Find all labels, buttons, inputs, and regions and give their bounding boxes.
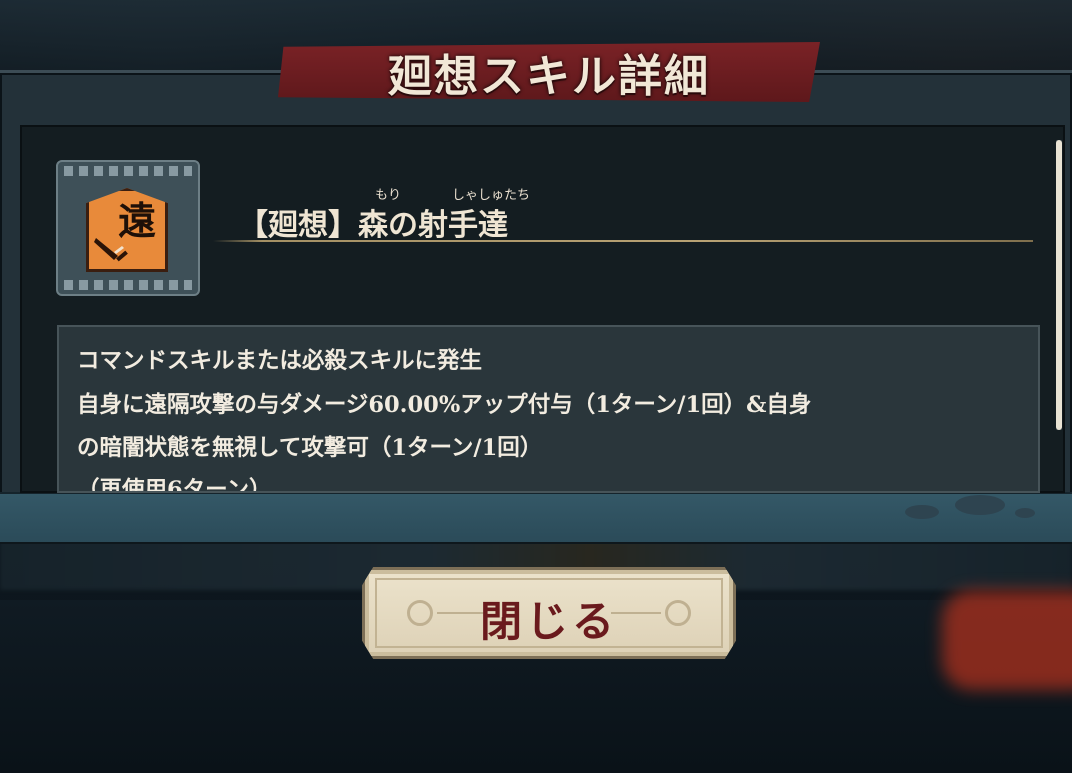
description-line: （再使用6ターン） bbox=[77, 477, 272, 493]
description-line: コマンドスキルまたは必殺スキルに発生 bbox=[77, 348, 483, 374]
sword-icon bbox=[94, 238, 128, 262]
skill-name: 【廻想】森の射手達 bbox=[238, 208, 508, 243]
close-button-label: 閉じる bbox=[479, 597, 618, 646]
dialog-bottom-bar bbox=[0, 492, 1072, 544]
scrollbar-thumb[interactable] bbox=[1056, 140, 1062, 430]
skill-description-box[interactable]: コマンドスキルまたは必殺スキルに発生 自身に遠隔攻撃の与ダメージ60.00%アッ… bbox=[57, 325, 1040, 493]
decorative-splatter bbox=[905, 505, 939, 519]
dialog-title: 廻想スキル詳細 bbox=[388, 51, 710, 102]
decorative-splatter bbox=[1015, 508, 1035, 518]
skill-name-divider bbox=[213, 240, 1033, 242]
description-line: 自身に遠隔攻撃の与ダメージ60.00%アップ付与（1ターン/1回）&自身 bbox=[77, 392, 812, 418]
dialog-title-banner: 廻想スキル詳細 bbox=[278, 42, 820, 102]
film-strip-top bbox=[64, 166, 192, 176]
description-line: の暗闇状態を無視して攻撃可（1ターン/1回） bbox=[77, 435, 543, 461]
close-button[interactable]: 閉じる bbox=[362, 567, 736, 659]
background-red-button bbox=[942, 590, 1072, 690]
decorative-splatter bbox=[955, 495, 1005, 515]
skill-icon-frame: 遠 bbox=[56, 160, 200, 296]
film-strip-bottom bbox=[64, 280, 192, 290]
